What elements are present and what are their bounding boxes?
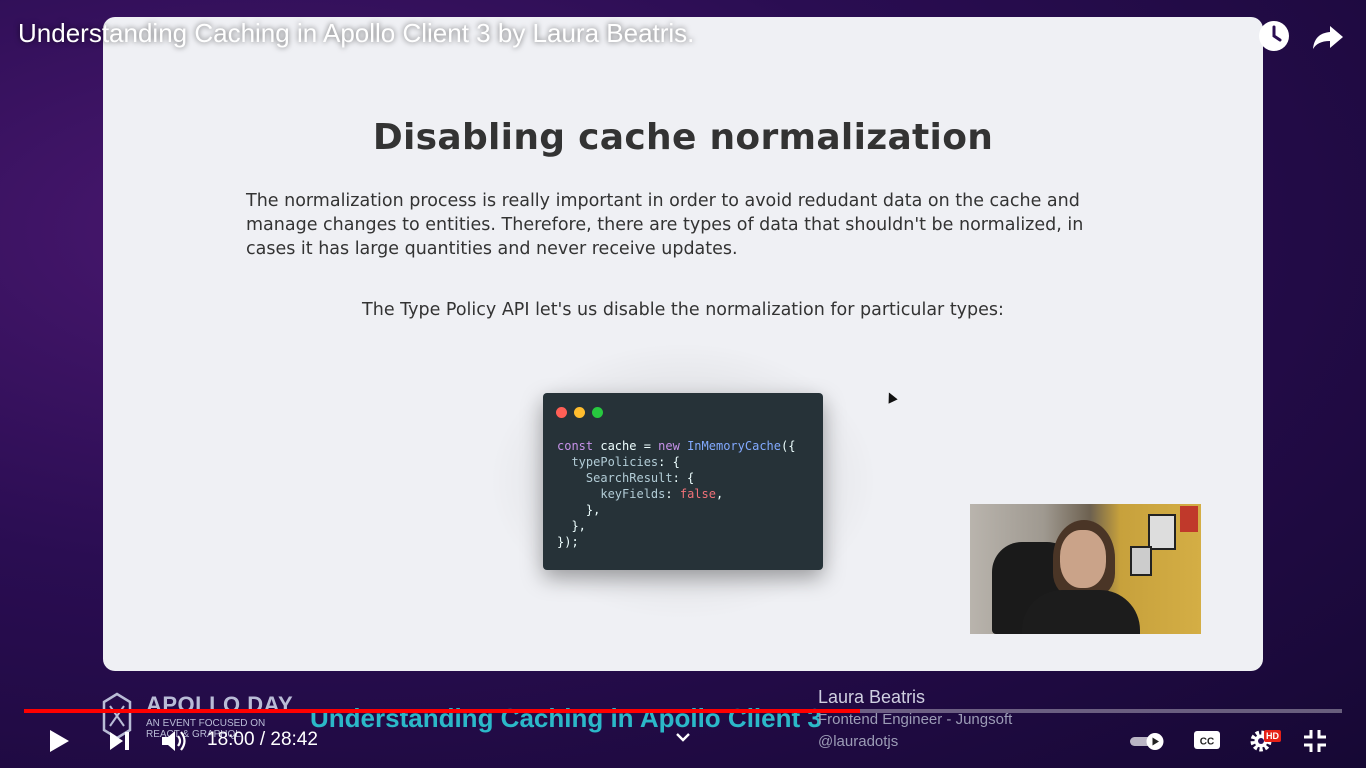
window-minimize-dot xyxy=(574,407,585,418)
window-maximize-dot xyxy=(592,407,603,418)
speaker-handle: @lauradotjs xyxy=(818,733,899,750)
code-line: }); xyxy=(557,535,579,549)
slide-subtitle: The Type Policy API let's us disable the… xyxy=(362,300,1004,320)
play-icon[interactable] xyxy=(46,728,72,759)
next-icon[interactable] xyxy=(108,730,132,757)
share-icon[interactable] xyxy=(1310,18,1346,54)
code-window: const cache = new InMemoryCache({ typePo… xyxy=(543,393,823,570)
code-line: const cache = new InMemoryCache({ xyxy=(557,439,796,453)
mouse-cursor-icon xyxy=(884,390,898,404)
speaker-name: Laura Beatris xyxy=(818,687,926,707)
presentation-slide: Disabling cache normalization The normal… xyxy=(103,17,1263,671)
event-brand: APOLLO DAY xyxy=(146,692,294,717)
code-line: }, xyxy=(557,519,586,533)
chevron-down-icon[interactable] xyxy=(674,730,692,749)
window-close-dot xyxy=(556,407,567,418)
code-line: typePolicies: { xyxy=(571,455,680,469)
time-display: 18:00 / 28:42 xyxy=(207,729,318,750)
svg-text:CC: CC xyxy=(1200,737,1214,748)
video-title[interactable]: Understanding Caching in Apollo Client 3… xyxy=(18,18,694,49)
progress-played xyxy=(24,709,860,713)
watch-later-icon[interactable] xyxy=(1256,18,1292,54)
captions-icon[interactable]: CC xyxy=(1193,729,1221,756)
code-line: }, xyxy=(557,503,601,517)
video-player[interactable]: Disabling cache normalization The normal… xyxy=(0,0,1366,768)
code-block: const cache = new InMemoryCache({ typePo… xyxy=(557,438,795,550)
speaker-webcam xyxy=(970,504,1201,634)
progress-bar[interactable] xyxy=(24,709,1342,713)
talk-title: Understanding Caching in Apollo Client 3 xyxy=(310,703,822,733)
hd-badge: HD xyxy=(1264,730,1281,742)
slide-title: Disabling cache normalization xyxy=(372,117,994,158)
slide-paragraph: The normalization process is really impo… xyxy=(246,191,1084,259)
autoplay-toggle-icon[interactable] xyxy=(1129,731,1165,756)
code-line: keyFields: false, xyxy=(600,487,724,501)
speaker-role: Frontend Engineer - Jungsoft xyxy=(818,711,1013,728)
volume-icon[interactable] xyxy=(160,728,188,759)
exit-fullscreen-icon[interactable] xyxy=(1302,728,1328,759)
code-line: SearchResult: { xyxy=(585,471,695,485)
